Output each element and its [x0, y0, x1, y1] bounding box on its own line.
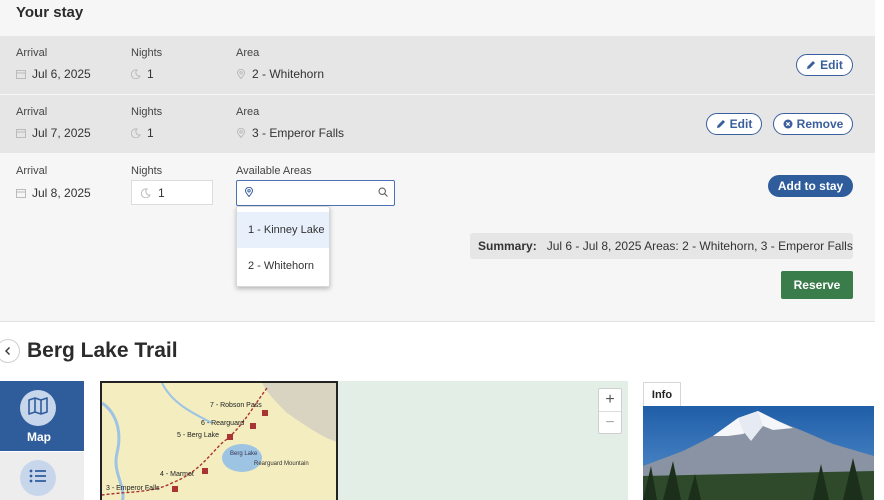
area-label: Area [236, 106, 260, 118]
map-label: 6 - Rearguard [201, 420, 244, 427]
arrival-value: Jul 8, 2025 [16, 186, 91, 200]
stay-summary: Summary: Jul 6 - Jul 8, 2025 Areas: 2 - … [470, 233, 853, 259]
nights-label: Nights [131, 165, 163, 177]
dropdown-option[interactable]: 2 - Whitehorn [237, 248, 329, 284]
search-icon [378, 187, 388, 197]
map-label: 7 - Robson Pass [210, 402, 262, 409]
arrival-value: Jul 6, 2025 [16, 67, 91, 81]
pencil-icon [716, 119, 726, 129]
calendar-icon [16, 128, 26, 138]
area-dropdown: 1 - Kinney Lake 2 - Whitehorn [236, 206, 330, 287]
calendar-icon [16, 188, 26, 198]
available-areas-label: Available Areas [236, 165, 312, 177]
zoom-in-button[interactable]: + [599, 389, 621, 411]
side-nav: Map [0, 381, 84, 500]
area-label: Area [236, 47, 260, 59]
dropdown-option[interactable]: 1 - Kinney Lake [237, 212, 329, 248]
nights-value: 1 [131, 67, 154, 81]
back-button[interactable] [0, 339, 20, 363]
map-label: 5 - Berg Lake [177, 432, 219, 439]
map-label: Berg Lake [230, 451, 258, 457]
stay-row: Arrival Jul 7, 2025 Nights 1 Area 3 - Em… [0, 95, 875, 153]
arrival-label: Arrival [16, 165, 48, 177]
nights-input[interactable]: 1 [131, 180, 213, 205]
add-to-stay-button[interactable]: Add to stay [768, 175, 853, 197]
nav-map-tab[interactable]: Map [0, 381, 84, 451]
map-label: 3 - Emperor Falls [106, 485, 160, 492]
calendar-icon [16, 69, 26, 79]
chevron-left-icon [3, 346, 13, 356]
info-tab[interactable]: Info [643, 382, 681, 407]
map-icon [28, 396, 48, 420]
x-circle-icon [783, 119, 793, 129]
trail-title: Berg Lake Trail [27, 339, 178, 362]
nights-value: 1 [131, 126, 154, 140]
remove-button[interactable]: Remove [773, 113, 853, 135]
summary-text: Jul 6 - Jul 8, 2025 Areas: 2 - Whitehorn… [546, 239, 853, 253]
trail-map[interactable]: 7 - Robson Pass 6 - Rearguard 5 - Berg L… [100, 381, 628, 500]
summary-label: Summary: [478, 239, 537, 253]
trail-photo [643, 406, 874, 500]
area-search-input[interactable] [236, 180, 395, 206]
nav-list-tab[interactable] [0, 452, 84, 500]
area-value: 2 - Whitehorn [236, 67, 324, 81]
arrival-label: Arrival [16, 47, 48, 59]
stay-card: Your stay Arrival Jul 6, 2025 Nights 1 A… [0, 0, 875, 322]
stay-title: Your stay [16, 4, 84, 21]
area-value: 3 - Emperor Falls [236, 126, 344, 140]
arrival-value: Jul 7, 2025 [16, 126, 91, 140]
moon-icon [131, 69, 141, 79]
reserve-button[interactable]: Reserve [781, 271, 853, 299]
nav-map-label: Map [27, 430, 51, 444]
arrival-label: Arrival [16, 106, 48, 118]
zoom-control: + − [598, 388, 622, 434]
stay-row: Arrival Jul 6, 2025 Nights 1 Area 2 - Wh… [0, 36, 875, 94]
trail-map-image: 7 - Robson Pass 6 - Rearguard 5 - Berg L… [100, 381, 338, 500]
nights-label: Nights [131, 106, 163, 118]
map-pin-icon [236, 69, 246, 79]
nights-label: Nights [131, 47, 163, 59]
edit-button[interactable]: Edit [796, 54, 853, 76]
moon-icon [141, 187, 151, 198]
pencil-icon [806, 60, 816, 70]
moon-icon [131, 128, 141, 138]
list-icon [29, 469, 47, 488]
zoom-out-button[interactable]: − [599, 411, 621, 433]
map-pin-icon [244, 187, 254, 197]
edit-button[interactable]: Edit [706, 113, 762, 135]
map-label: Rearguard Mountain [254, 461, 309, 467]
map-pin-icon [236, 128, 246, 138]
map-label: 4 - Marmot [160, 471, 194, 478]
